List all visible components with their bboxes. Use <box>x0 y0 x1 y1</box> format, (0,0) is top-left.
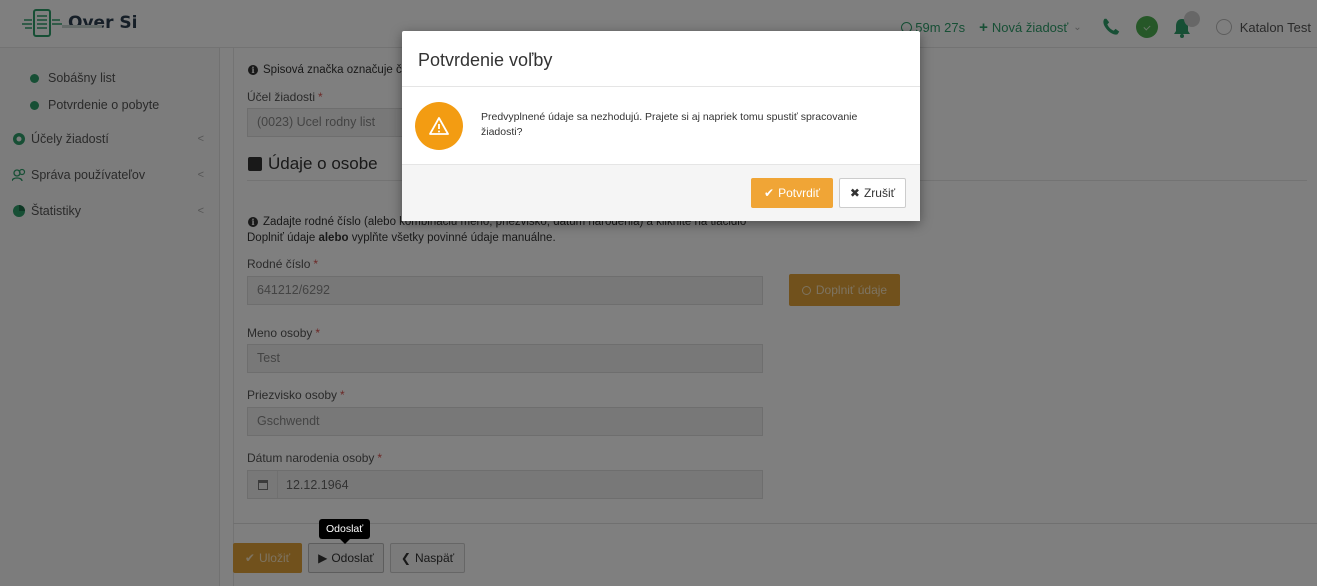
close-icon: ✖ <box>849 186 860 200</box>
confirm-dialog: Potvrdenie voľby Predvyplnené údaje sa n… <box>402 31 920 221</box>
dialog-header: Potvrdenie voľby <box>402 31 920 87</box>
dialog-footer: ✔ Potvrdiť ✖ Zrušiť <box>402 164 920 221</box>
cancel-button[interactable]: ✖ Zrušiť <box>839 178 906 208</box>
warning-triangle-icon <box>429 117 449 135</box>
cancel-label: Zrušiť <box>863 186 896 200</box>
confirm-button[interactable]: ✔ Potvrdiť <box>751 178 833 208</box>
dialog-body: Predvyplnené údaje sa nezhodujú. Prajete… <box>402 87 920 164</box>
confirm-label: Potvrdiť <box>778 186 820 200</box>
warning-icon <box>415 102 463 150</box>
check-icon: ✔ <box>764 186 775 200</box>
dialog-message: Predvyplnené údaje sa nezhodujú. Prajete… <box>481 111 858 138</box>
send-tooltip: Odoslať <box>319 519 371 544</box>
dialog-title: Potvrdenie voľby <box>418 50 553 70</box>
